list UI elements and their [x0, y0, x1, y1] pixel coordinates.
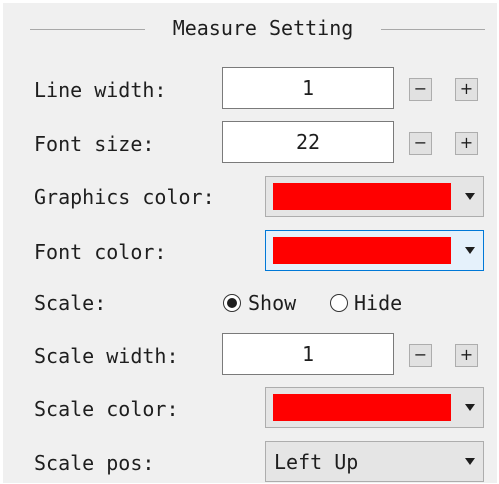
font-color-label: Font color:: [34, 240, 167, 264]
line-width-label: Line width:: [34, 78, 167, 102]
font-size-label: Font size:: [34, 132, 155, 156]
scale-color-dropdown[interactable]: [265, 387, 484, 428]
chevron-down-icon: [465, 458, 475, 465]
scale-width-increment-button[interactable]: +: [455, 344, 478, 367]
chevron-down-icon: [465, 247, 475, 254]
chevron-down-icon: [465, 193, 475, 200]
font-size-input[interactable]: 22: [222, 121, 394, 163]
scale-pos-label: Scale pos:: [34, 451, 155, 475]
measure-setting-panel: Measure Setting Line width: 1 − + Font s…: [3, 3, 497, 483]
radio-selected-dot: [227, 298, 237, 308]
title-divider-right: [381, 29, 485, 30]
scale-width-label: Scale width:: [34, 344, 179, 368]
scale-pos-dropdown[interactable]: Left Up: [265, 441, 484, 482]
scale-label: Scale:: [34, 291, 107, 315]
scale-hide-label[interactable]: Hide: [354, 288, 402, 318]
scale-width-input[interactable]: 1: [222, 333, 394, 375]
scale-pos-value: Left Up: [274, 450, 359, 474]
scale-color-label: Scale color:: [34, 397, 179, 421]
graphics-color-label: Graphics color:: [34, 185, 215, 209]
scale-hide-radio[interactable]: [330, 294, 348, 312]
chevron-down-icon: [465, 404, 475, 411]
scale-width-decrement-button[interactable]: −: [409, 344, 432, 367]
graphics-color-swatch: [273, 183, 451, 210]
font-color-swatch: [273, 237, 451, 264]
font-size-increment-button[interactable]: +: [455, 132, 478, 155]
scale-color-swatch: [273, 394, 451, 421]
line-width-input[interactable]: 1: [222, 67, 394, 109]
line-width-decrement-button[interactable]: −: [409, 78, 432, 101]
font-color-dropdown[interactable]: [265, 230, 484, 271]
title-divider-left: [30, 29, 145, 30]
graphics-color-dropdown[interactable]: [265, 176, 484, 217]
group-title: Measure Setting: [172, 16, 354, 40]
scale-show-radio[interactable]: [223, 294, 241, 312]
font-size-decrement-button[interactable]: −: [409, 132, 432, 155]
scale-show-label[interactable]: Show: [248, 288, 296, 318]
line-width-increment-button[interactable]: +: [455, 78, 478, 101]
